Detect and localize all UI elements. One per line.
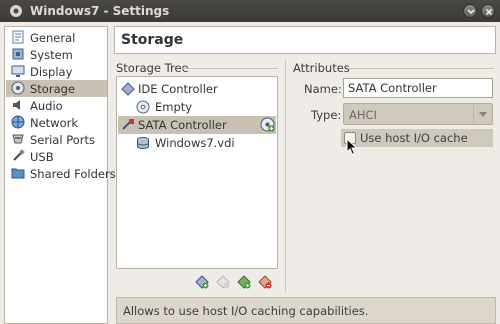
use-host-io-cache-checkbox[interactable]: Use host I/O cache [341, 129, 493, 147]
tree-row-empty[interactable]: Empty [118, 98, 276, 116]
display-icon [11, 65, 25, 77]
add-controller-icon[interactable] [195, 275, 209, 289]
tree-row-label: Empty [155, 100, 193, 114]
dropdown-arrow [473, 105, 491, 123]
sidebar-item-label: Serial Ports [30, 133, 95, 147]
sidebar-item-network[interactable]: Network [6, 114, 107, 131]
type-select-value: AHCI [349, 108, 377, 122]
sidebar-item-label: Display [30, 65, 73, 79]
sidebar-item-storage[interactable]: Storage [6, 80, 107, 97]
add-disk-icon[interactable] [260, 117, 275, 132]
serial-ports-icon [12, 134, 24, 144]
sidebar-item-audio[interactable]: Audio [6, 97, 107, 114]
settings-icon [10, 5, 22, 17]
tree-row-label: SATA Controller [138, 118, 227, 132]
type-select[interactable]: AHCI [343, 103, 493, 125]
storage-icon [11, 81, 25, 95]
settings-sidebar: General System Display Storage Audio Net… [4, 26, 116, 324]
sidebar-item-usb[interactable]: USB [6, 148, 107, 165]
sidebar-item-label: Shared Folders [30, 167, 116, 181]
sidebar-item-label: Network [30, 116, 79, 130]
sidebar-item-shared-folders[interactable]: Shared Folders [6, 165, 116, 182]
hard-disk-icon [137, 137, 149, 149]
tree-row-label: IDE Controller [138, 82, 218, 96]
cd-icon [136, 100, 150, 114]
sidebar-item-label: Audio [30, 99, 63, 113]
name-label: Name: [304, 82, 342, 96]
section-divider [182, 68, 278, 69]
title-bar: Windows7 - Settings [0, 0, 500, 22]
storage-tree-heading: Storage Tree [116, 61, 189, 75]
ide-controller-icon [121, 82, 135, 96]
general-icon [12, 30, 24, 44]
chevron-down-icon [467, 9, 475, 15]
close-button[interactable] [481, 4, 495, 18]
status-text: Allows to use host I/O caching capabilit… [123, 304, 369, 318]
status-description: Allows to use host I/O caching capabilit… [116, 297, 496, 324]
network-icon [11, 115, 25, 129]
tree-row-sata-controller[interactable]: SATA Controller [118, 116, 276, 134]
page-header: Storage [114, 26, 496, 54]
remove-attachment-icon[interactable] [258, 275, 272, 289]
add-attachment-icon[interactable] [237, 275, 251, 289]
window-title: Windows7 - Settings [30, 4, 170, 18]
attributes-heading: Attributes [293, 61, 350, 75]
panel-divider [285, 60, 286, 292]
close-icon [485, 8, 493, 16]
sidebar-item-label: System [30, 48, 73, 62]
tree-row-ide-controller[interactable]: IDE Controller [118, 80, 276, 98]
tree-row-label: Windows7.vdi [155, 136, 235, 150]
chevron-down-icon [479, 112, 487, 117]
type-label: Type: [311, 108, 342, 122]
sidebar-item-label: USB [30, 150, 54, 164]
sidebar-item-general[interactable]: General [6, 29, 107, 46]
storage-tree[interactable]: IDE Controller Empty SATA Controller Win… [116, 76, 278, 269]
sidebar-item-label: Storage [30, 82, 75, 96]
page-title: Storage [121, 32, 184, 48]
shared-folders-icon [11, 168, 25, 179]
sidebar-item-serial-ports[interactable]: Serial Ports [6, 131, 107, 148]
use-host-io-cache-label: Use host I/O cache [360, 131, 468, 145]
mouse-pointer-icon [346, 138, 358, 156]
name-input[interactable]: SATA Controller [343, 78, 493, 98]
audio-icon [13, 100, 20, 110]
usb-icon [13, 149, 25, 161]
sidebar-item-display[interactable]: Display [6, 63, 107, 80]
remove-controller-icon[interactable] [216, 275, 230, 289]
minimize-button[interactable] [463, 4, 477, 18]
sidebar-item-system[interactable]: System [6, 46, 107, 63]
system-icon [12, 48, 24, 60]
sata-controller-icon [122, 119, 134, 130]
section-divider [348, 68, 494, 69]
tree-row-windows7-vdi[interactable]: Windows7.vdi [118, 134, 276, 152]
sidebar-item-label: General [30, 31, 76, 45]
